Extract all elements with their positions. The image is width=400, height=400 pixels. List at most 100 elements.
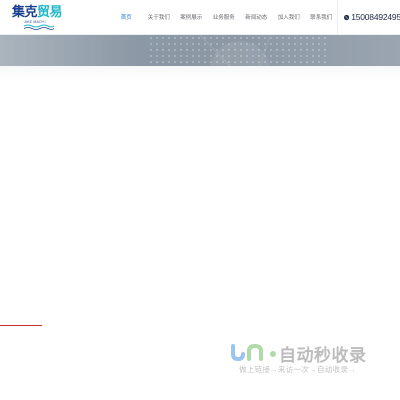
logo-text-part2: 贸易: [37, 4, 63, 19]
banner-dot: [324, 37, 326, 39]
nav-item-0[interactable]: 首页: [110, 0, 143, 34]
banner-dot: [162, 49, 164, 51]
banner-dot: [210, 43, 212, 45]
banner-dot: [192, 61, 194, 63]
nav-item-3[interactable]: 业务服务: [208, 0, 241, 34]
banner-dot: [234, 37, 236, 39]
banner-dot: [288, 55, 290, 57]
logo[interactable]: 集克贸易 JIKE MAOYI: [12, 4, 63, 32]
banner-dot: [168, 37, 170, 39]
banner-dot: [276, 49, 278, 51]
banner-dot: [198, 43, 200, 45]
banner-dot: [300, 37, 302, 39]
banner-dot: [312, 49, 314, 51]
banner-dot: [180, 55, 182, 57]
banner-dot: [270, 49, 272, 51]
banner-dot: [276, 37, 278, 39]
watermark: 自动秒收录 做上链接→来访一次→自动收录→: [229, 340, 389, 380]
banner-dot: [312, 43, 314, 45]
banner-dot: [210, 37, 212, 39]
banner-dot: [162, 43, 164, 45]
banner-dot: [300, 55, 302, 57]
banner-dot: [150, 43, 152, 45]
banner-dot: [306, 61, 308, 63]
nav-item-2[interactable]: 案例展示: [175, 0, 208, 34]
banner-dot: [198, 49, 200, 51]
nav-item-1[interactable]: 关于我们: [143, 0, 176, 34]
banner-dot: [276, 61, 278, 63]
banner-dot: [192, 43, 194, 45]
banner-dot: [150, 55, 152, 57]
watermark-subtitle: 做上链接→来访一次→自动收录→: [239, 365, 356, 374]
watermark-title: 自动秒收录: [279, 346, 367, 365]
banner-dot: [318, 49, 320, 51]
banner-dot: [276, 43, 278, 45]
nav-item-6[interactable]: 联系我们: [305, 0, 338, 34]
banner-dot: [288, 61, 290, 63]
banner-dot: [174, 43, 176, 45]
banner-dot: [294, 49, 296, 51]
banner-dot: [204, 61, 206, 63]
banner-dot: [216, 43, 218, 45]
banner-dot: [264, 37, 266, 39]
banner-dot: [282, 61, 284, 63]
banner-dot: [306, 37, 308, 39]
banner-dot: [210, 55, 212, 57]
banner-dot: [204, 43, 206, 45]
banner-dot: [210, 49, 212, 51]
logo-text: 集克贸易: [12, 4, 63, 20]
banner-dot: [222, 37, 224, 39]
banner-dot: [288, 37, 290, 39]
site-header: 集克贸易 JIKE MAOYI 首页 关于我们 案例展示 业务服务 新闻动态 加入我们 联系…: [0, 0, 400, 35]
banner-dot: [222, 43, 224, 45]
banner-dot: [192, 49, 194, 51]
banner-dot: [324, 43, 326, 45]
banner-dot: [300, 49, 302, 51]
banner-dot: [150, 49, 152, 51]
banner-dot: [252, 37, 254, 39]
banner-dot: [204, 49, 206, 51]
phone-icon: [344, 14, 350, 20]
banner-dot: [156, 37, 158, 39]
nav-item-4[interactable]: 新闻动态: [240, 0, 273, 34]
banner-dot: [312, 37, 314, 39]
banner-dot: [186, 55, 188, 57]
banner-dot: [294, 55, 296, 57]
banner-dot: [168, 61, 170, 63]
phone-number: 15008492495: [351, 12, 400, 22]
banner-dot: [186, 37, 188, 39]
banner-dot: [306, 43, 308, 45]
banner-dot: [156, 55, 158, 57]
phone-contact[interactable]: 15008492495: [337, 0, 400, 34]
banner-dot: [318, 37, 320, 39]
banner-dot: [270, 55, 272, 57]
banner-dot: [168, 49, 170, 51]
banner-shadow: [0, 66, 400, 80]
nav-item-5[interactable]: 加入我们: [273, 0, 306, 34]
banner-dot: [288, 43, 290, 45]
banner-dot: [180, 61, 182, 63]
banner-dot: [186, 49, 188, 51]
banner-dot: [294, 43, 296, 45]
watermark-logo-icon: [231, 343, 276, 362]
logo-wave-icon: [24, 24, 54, 30]
banner-dot: [258, 43, 260, 45]
banner-dot: [174, 49, 176, 51]
banner-dot: [192, 55, 194, 57]
banner-dot: [150, 61, 152, 63]
banner-dot: [204, 55, 206, 57]
banner-dot: [312, 61, 314, 63]
banner-dot: [270, 43, 272, 45]
banner-dot: [198, 61, 200, 63]
banner-dot: [174, 55, 176, 57]
banner-dot: [156, 43, 158, 45]
banner-dot: [186, 43, 188, 45]
banner-dot: [324, 55, 326, 57]
banner-dot: [156, 61, 158, 63]
banner-dot: [318, 61, 320, 63]
banner-dot: [174, 37, 176, 39]
banner-dot: [192, 37, 194, 39]
banner-dot: [282, 55, 284, 57]
banner-dot: [186, 61, 188, 63]
banner-dot: [162, 61, 164, 63]
